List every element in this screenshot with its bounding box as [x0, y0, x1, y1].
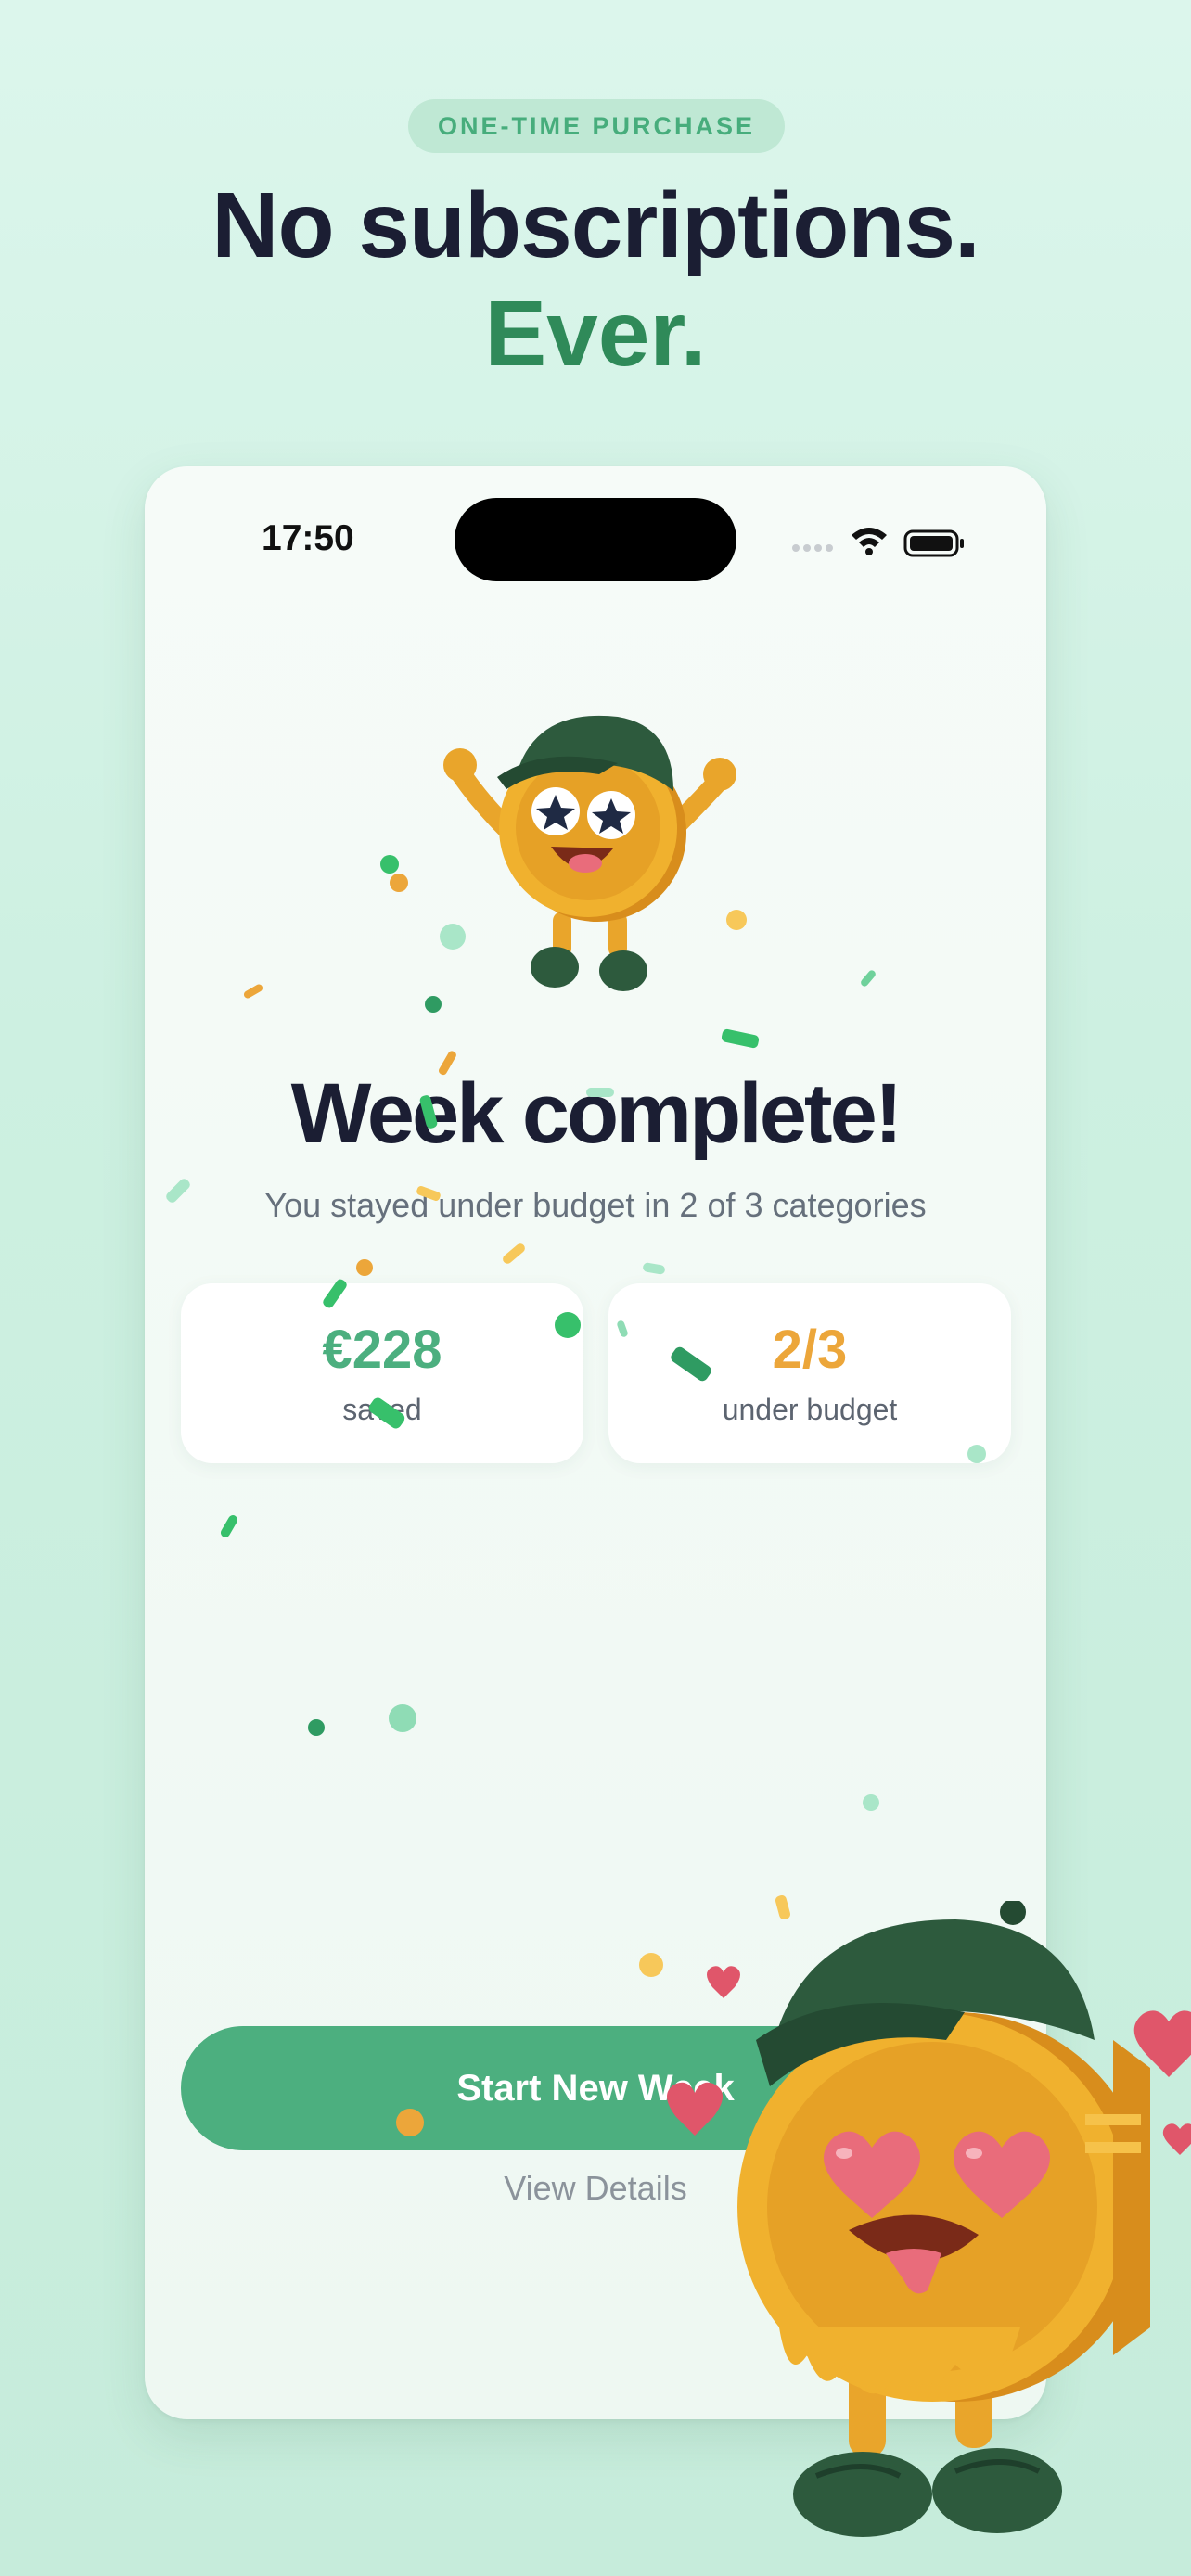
week-complete-title: Week complete! [290, 1066, 903, 1161]
dynamic-island [455, 498, 736, 581]
status-time: 17:50 [262, 518, 354, 558]
headline-accent: Ever. [484, 282, 707, 386]
status-icons [792, 528, 964, 557]
coin-mascot-star-eyes [443, 715, 736, 991]
battery-icon [903, 529, 964, 557]
saved-stat-card: €228 saved [181, 1283, 583, 1463]
week-summary-text: You stayed under budget in 2 of 3 catego… [264, 1186, 927, 1224]
one-time-purchase-badge: ONE-TIME PURCHASE [408, 99, 785, 153]
saved-amount: €228 [322, 1320, 442, 1380]
signal-icon [792, 544, 833, 552]
under-budget-label: under budget [722, 1393, 898, 1426]
coin-mascot-heart-eyes [737, 1901, 1191, 2537]
saved-label: saved [342, 1393, 422, 1426]
under-budget-count: 2/3 [772, 1320, 848, 1380]
wifi-icon [852, 528, 887, 555]
under-budget-stat-card: 2/3 under budget [608, 1283, 1011, 1463]
headline: No subscriptions. [211, 173, 980, 277]
